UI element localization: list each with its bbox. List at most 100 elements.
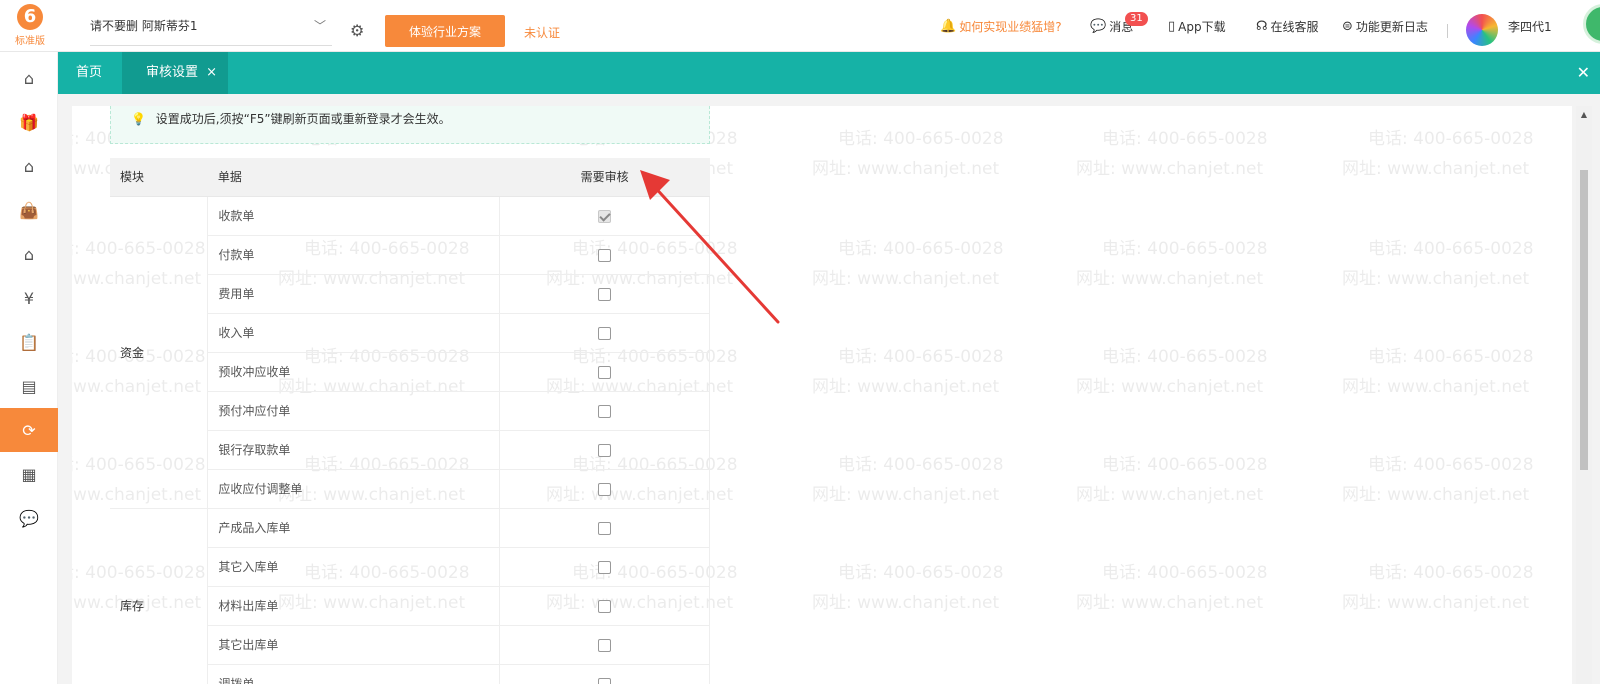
performance-link[interactable]: 🔔 如何实现业绩猛增?: [940, 0, 1062, 52]
watermark-url: 网址: www.chanjet.net: [1342, 159, 1530, 179]
watermark-url: 网址: www.chanjet.net: [812, 485, 1000, 505]
chat-icon: 💬: [19, 508, 39, 528]
scrollbar-thumb[interactable]: [1580, 170, 1588, 470]
sidebar-item-money[interactable]: ¥: [0, 276, 58, 320]
changelog-button[interactable]: ⊜ 功能更新日志: [1342, 0, 1428, 52]
need-review-cell: [499, 508, 710, 548]
bell-icon: 🔔: [940, 18, 957, 34]
clipboard-icon: 📋: [19, 332, 39, 352]
document-name-cell: 应收应付调整单: [207, 469, 500, 509]
lightbulb-icon: 💡: [131, 112, 146, 126]
report-icon: ▤: [21, 376, 37, 396]
need-review-checkbox[interactable]: [598, 404, 612, 418]
online-service-label: 在线客服: [1270, 19, 1319, 34]
workflow-icon: ⟳: [22, 420, 36, 440]
need-review-checkbox[interactable]: [598, 638, 612, 652]
app-logo[interactable]: 6 标准版: [4, 4, 56, 48]
column-header-need-review: 需要审核: [499, 158, 710, 197]
document-name-cell: 银行存取款单: [207, 430, 500, 470]
sidebar-item-workflow[interactable]: ⟳: [0, 408, 58, 452]
avatar[interactable]: [1466, 14, 1498, 46]
watermark-phone: 电话: 400-665-0028: [838, 239, 1004, 259]
watermark-phone: 电话: 400-665-0028: [1102, 347, 1268, 367]
trial-plan-button[interactable]: 体验行业方案: [385, 15, 505, 47]
account-selector[interactable]: 请不要删 阿斯蒂芬1 ﹀: [90, 14, 332, 46]
tab-bar: 首页 审核设置 × ✕: [58, 52, 1600, 94]
messages-button[interactable]: 💬 消息: [1090, 0, 1133, 52]
sidebar-item-gift[interactable]: 🎁: [0, 100, 58, 144]
notice-text: 设置成功后,须按“F5”键刷新页面或重新登录才会生效。: [155, 112, 451, 126]
watermark-url: 网址: www.chanjet.net: [1076, 269, 1264, 289]
sidebar-item-bag[interactable]: 👜: [0, 188, 58, 232]
logo-text: 标准版: [15, 36, 45, 47]
app-download-button[interactable]: ▯ App下载: [1168, 0, 1226, 52]
watermark-url: 网址: www.chanjet.net: [1342, 269, 1530, 289]
tab-review-settings[interactable]: 审核设置 ×: [122, 52, 228, 94]
sidebar-item-home[interactable]: ⌂: [0, 56, 58, 100]
header-divider: [1447, 24, 1448, 38]
need-review-checkbox[interactable]: [598, 521, 612, 535]
user-name[interactable]: 李四代1: [1508, 0, 1552, 52]
need-review-checkbox[interactable]: [598, 365, 612, 379]
need-review-checkbox[interactable]: [598, 482, 612, 496]
bag-icon: 👜: [19, 200, 39, 220]
need-review-cell: [499, 625, 710, 665]
need-review-cell: [499, 196, 710, 236]
message-icon: 💬: [1090, 18, 1107, 34]
watermark-phone: 电话: 400-665-0028: [1102, 455, 1268, 475]
close-all-tabs-icon[interactable]: ✕: [1577, 63, 1590, 82]
sidebar-item-report[interactable]: ▤: [0, 364, 58, 408]
phone-icon: ▯: [1168, 18, 1176, 34]
watermark-phone: 电话: 400-665-0028: [1368, 347, 1534, 367]
watermark-url: 网址: www.chanjet.net: [812, 593, 1000, 613]
need-review-checkbox: [598, 209, 612, 223]
document-name-cell: 预付冲应付单: [207, 391, 500, 431]
document-name-cell: 费用单: [207, 274, 500, 314]
watermark-phone: 电话: 400-665-0028: [1368, 455, 1534, 475]
need-review-checkbox[interactable]: [598, 287, 612, 301]
online-service-button[interactable]: ☊ 在线客服: [1256, 0, 1319, 52]
watermark-url: 网址: www.chanjet.net: [1342, 593, 1530, 613]
need-review-checkbox[interactable]: [598, 560, 612, 574]
sidebar-item-clipboard[interactable]: 📋: [0, 320, 58, 364]
top-header: 6 标准版 请不要删 阿斯蒂芬1 ﹀ ⚙ 体验行业方案 未认证 🔔 如何实现业绩…: [0, 0, 1600, 52]
unauth-label[interactable]: 未认证: [524, 24, 560, 41]
notice-banner: 💡 设置成功后,须按“F5”键刷新页面或重新登录才会生效。: [110, 106, 710, 144]
need-review-cell: [499, 274, 710, 314]
gear-icon[interactable]: ⚙: [350, 22, 368, 40]
need-review-checkbox[interactable]: [598, 248, 612, 262]
corner-status-icon[interactable]: [1583, 4, 1600, 44]
sidebar-item-store[interactable]: ⌂: [0, 144, 58, 188]
column-header-document: 单据: [207, 158, 500, 197]
tab-home[interactable]: 首页: [76, 52, 102, 94]
need-review-checkbox[interactable]: [598, 443, 612, 457]
sidebar-item-table[interactable]: ▦: [0, 452, 58, 496]
chevron-down-icon: ﹀: [313, 19, 326, 33]
sidebar: ⌂ 🎁 ⌂ 👜 ⌂ ¥ 📋 ▤ ⟳ ▦ 💬: [0, 52, 58, 684]
close-icon[interactable]: ×: [206, 65, 217, 80]
table-icon: ▦: [21, 464, 37, 484]
gift-icon: 🎁: [19, 112, 39, 132]
headset-icon: ☊: [1256, 18, 1268, 34]
watermark-phone: 电话: 400-665-0028: [1368, 129, 1534, 149]
need-review-cell: [499, 313, 710, 353]
need-review-checkbox[interactable]: [598, 326, 612, 340]
need-review-checkbox[interactable]: [598, 599, 612, 613]
need-review-checkbox[interactable]: [598, 677, 612, 684]
watermark-url: 网址: www.chanjet.net: [1076, 159, 1264, 179]
vertical-scrollbar[interactable]: ▲: [1576, 106, 1592, 684]
watermark-url: 网址: www.chanjet.net: [812, 269, 1000, 289]
document-name-cell: 其它入库单: [207, 547, 500, 587]
watermark-url: 网址: www.chanjet.net: [812, 377, 1000, 397]
need-review-cell: [499, 469, 710, 509]
column-header-module: 模块: [110, 158, 208, 197]
scroll-up-icon[interactable]: ▲: [1576, 110, 1592, 119]
need-review-cell: [499, 664, 710, 684]
table-header-row: 模块 单据 需要审核: [110, 158, 710, 197]
table-row: 资金 收款单: [110, 196, 710, 509]
document-name-cell: 调拨单: [207, 664, 500, 684]
watermark-phone: 电话: 400-665-0028: [838, 347, 1004, 367]
tab-review-settings-label: 审核设置: [146, 65, 199, 80]
sidebar-item-chat[interactable]: 💬: [0, 496, 58, 540]
sidebar-item-warehouse[interactable]: ⌂: [0, 232, 58, 276]
